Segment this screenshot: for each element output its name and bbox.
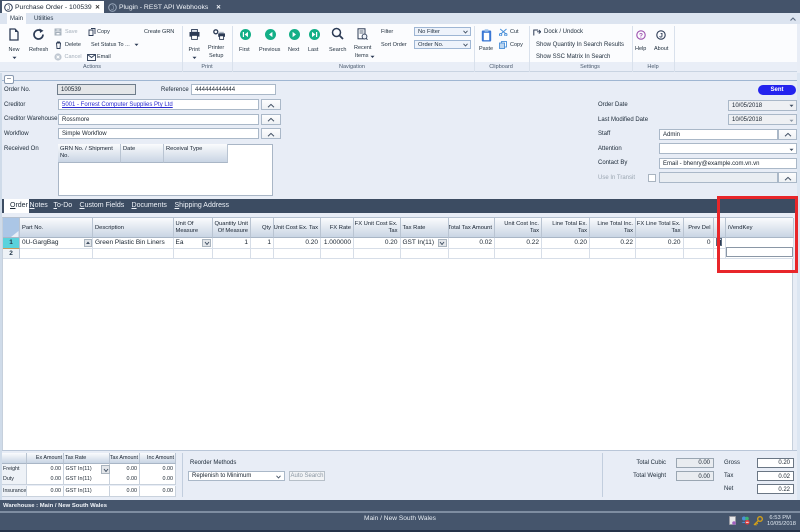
svg-text:J: J [7,5,10,11]
svg-text:J: J [659,32,663,39]
svg-text:J: J [111,5,114,11]
svg-text:?: ? [639,32,643,39]
